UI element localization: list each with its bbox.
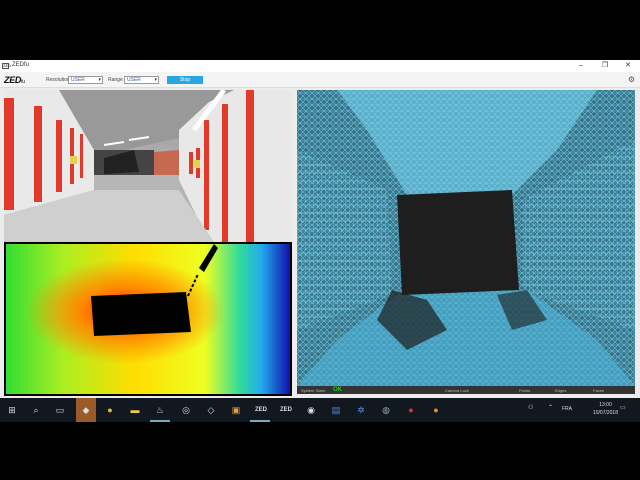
range-value: USER [127,77,141,83]
depth-map-image [6,244,290,394]
clock[interactable]: 13:00 10/07/2018 [593,401,618,417]
maximize-button[interactable]: ❐ [594,60,616,72]
chevron-down-icon: ▾ [98,77,101,83]
app-icon-3[interactable]: ◍ [378,402,394,418]
resolution-value: USER [71,77,85,83]
zedfu-window: ZED ZEDfu – ❐ ✕ ZEDfu Resolution USER ▾ R… [0,60,640,398]
firefox-icon[interactable]: ● [428,402,444,418]
clock-date: 10/07/2018 [592,410,618,416]
notification-icon[interactable]: ▭ [620,404,626,411]
close-button[interactable]: ✕ [617,60,639,72]
toolbar: ZEDfu Resolution USER ▾ Range USER ▾ Stop … [0,72,640,88]
zed-depth-icon[interactable]: ZED [278,402,294,418]
brand-name: ZED [4,75,22,85]
language-indicator[interactable]: FRA [562,406,572,412]
app-icon-2[interactable]: ▤ [328,402,344,418]
range-label: Range [108,77,123,83]
unity-icon[interactable]: ◆ [78,402,94,418]
app-icon: ZED [2,63,11,69]
search-icon[interactable]: ⌕ [28,402,44,418]
unity-hub-icon[interactable]: ◇ [203,402,219,418]
cloud-status-bar: System State: OK Camera Lock Points Edge… [297,386,635,394]
obs-icon[interactable]: ◎ [178,402,194,418]
points-toggle[interactable]: Points [519,388,530,393]
stop-button[interactable]: Stop [167,76,203,84]
steam-running-indicator [150,420,170,422]
file-explorer-icon[interactable]: ▬ [127,402,143,418]
faces-toggle[interactable]: Faces [593,388,604,393]
vr-icon[interactable]: ◉ [303,402,319,418]
steam-icon[interactable]: ♨ [152,402,168,418]
windows-start-icon[interactable]: ⊞ [4,402,20,418]
app-icon[interactable]: ▣ [228,402,244,418]
point-cloud-view [297,90,635,386]
resolution-select[interactable]: USER ▾ [68,76,103,84]
system-state-label: System State: [301,388,326,393]
record-icon[interactable]: ● [403,402,419,418]
clock-time: 13:00 [599,402,612,408]
chevron-up-icon[interactable]: ⌃ [548,404,553,411]
zed-running-indicator [250,420,270,422]
people-icon[interactable]: ⚇ [528,404,533,411]
range-select[interactable]: USER ▾ [124,76,159,84]
chevron-down-icon: ▾ [154,77,157,83]
brand-suffix: fu [21,79,25,85]
settings-app-icon[interactable]: ✲ [353,402,369,418]
camera-image [4,90,292,242]
window-title: ZEDfu [12,62,30,68]
zed-app-icon[interactable]: ZED [253,402,269,418]
camera-lock-toggle[interactable]: Camera Lock [445,388,469,393]
resolution-label: Resolution [46,77,70,83]
system-state-value: OK [333,387,342,393]
depth-map-view [4,242,292,396]
windows-taskbar: ⊞ ⌕ ▭ ◆ ● ▬ ♨ ◎ ◇ ▣ ZED ZED ◉ ▤ ✲ ◍ ● ● … [0,398,640,422]
left-camera-view [4,90,292,242]
gear-icon[interactable]: ⚙ [628,75,635,84]
minimize-button[interactable]: – [570,60,592,72]
title-bar: ZED ZEDfu – ❐ ✕ [0,60,640,72]
brand-logo: ZEDfu [4,75,25,85]
task-view-icon[interactable]: ▭ [52,402,68,418]
edges-toggle[interactable]: Edges [555,388,566,393]
chrome-icon[interactable]: ● [102,402,118,418]
point-cloud-mesh [297,90,635,386]
